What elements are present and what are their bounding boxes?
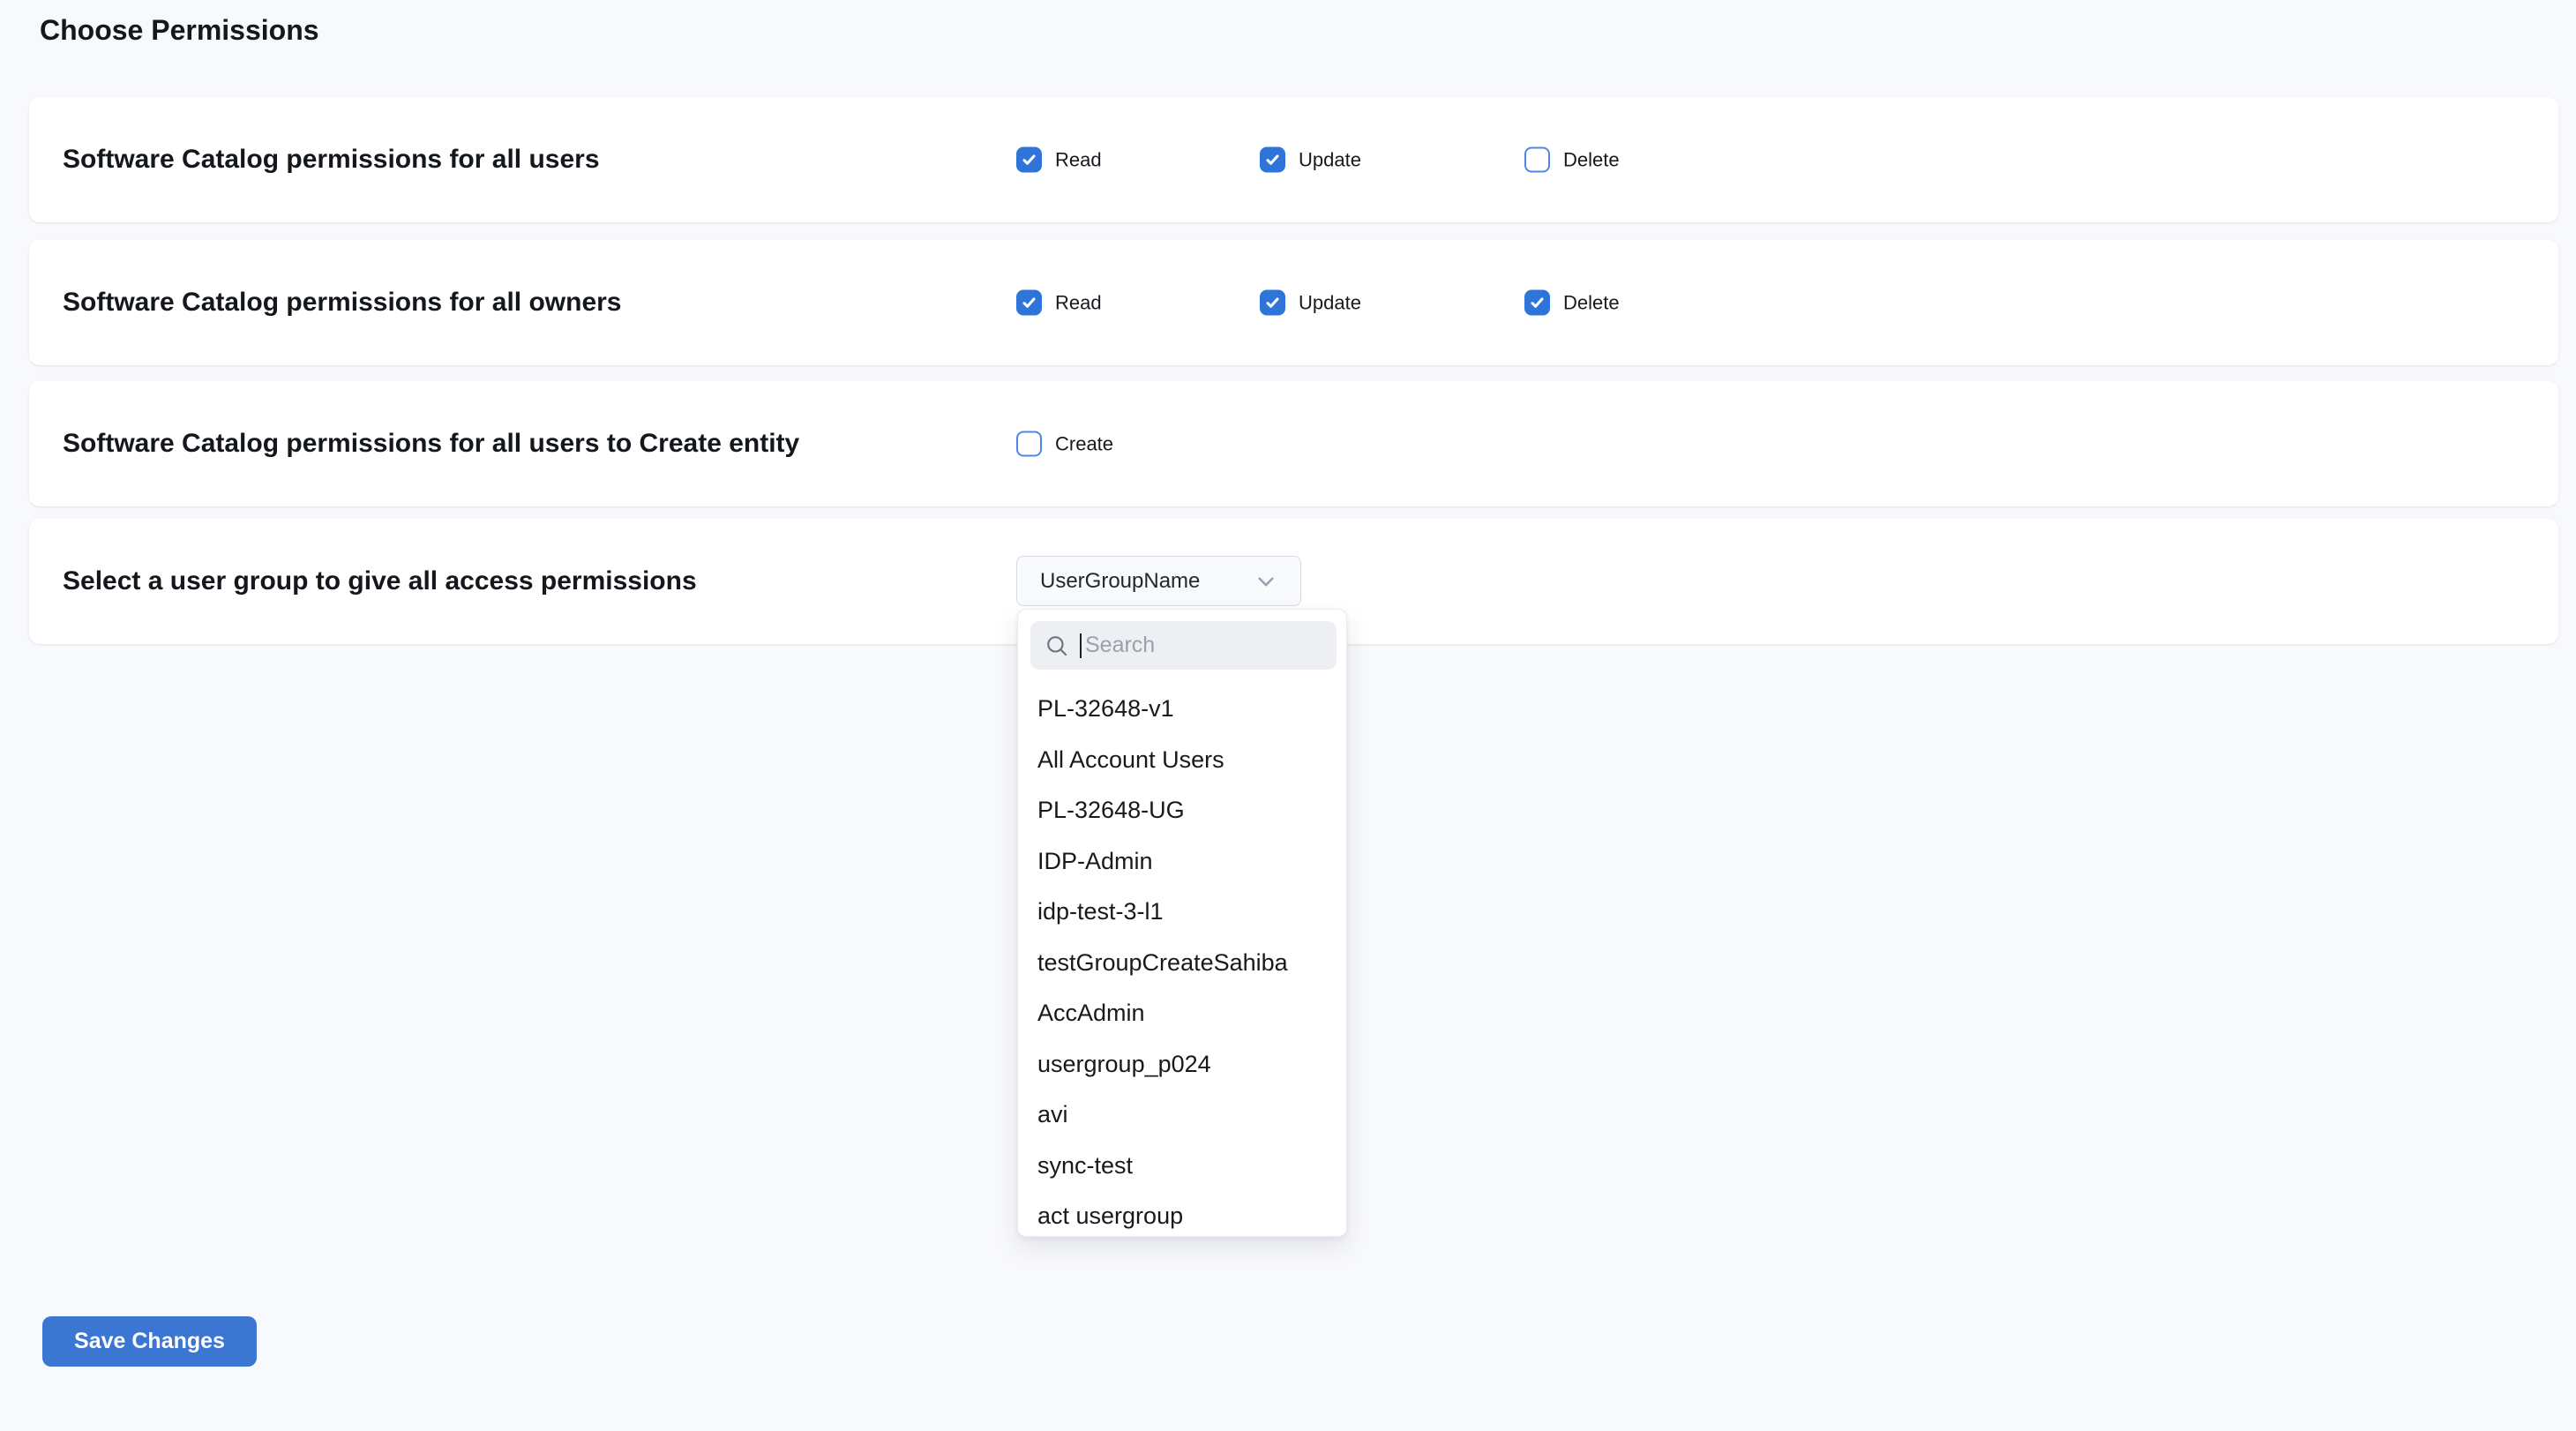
search-icon (1045, 634, 1068, 657)
update-checkbox[interactable] (1260, 290, 1285, 316)
checkbox-label: Delete (1563, 291, 1620, 314)
check-icon (1264, 152, 1281, 169)
user-group-list: PL-32648-v1 All Account Users PL-32648-U… (1018, 684, 1346, 1237)
delete-checkbox[interactable] (1524, 147, 1550, 173)
create-checkbox-group[interactable]: Create (1016, 431, 1113, 457)
list-item[interactable]: testGroupCreateSahiba (1018, 938, 1346, 989)
update-checkbox[interactable] (1260, 147, 1285, 173)
permissions-card-all-owners: Software Catalog permissions for all own… (29, 240, 2558, 365)
list-item[interactable]: AccAdmin (1018, 988, 1346, 1039)
search-box[interactable] (1030, 621, 1337, 670)
page-title: Choose Permissions (40, 12, 319, 48)
check-icon (1021, 295, 1037, 311)
list-item[interactable]: PL-32648-v1 (1018, 684, 1346, 735)
read-checkbox[interactable] (1016, 147, 1042, 173)
read-checkbox-group[interactable]: Read (1016, 290, 1102, 316)
read-checkbox-group[interactable]: Read (1016, 147, 1102, 173)
check-icon (1264, 295, 1281, 311)
permissions-page: Choose Permissions Software Catalog perm… (0, 0, 2576, 1431)
list-item[interactable]: sync-test (1018, 1141, 1346, 1192)
save-changes-button[interactable]: Save Changes (42, 1316, 257, 1367)
list-item[interactable]: avi (1018, 1090, 1346, 1141)
delete-checkbox[interactable] (1524, 290, 1550, 316)
check-icon (1529, 295, 1546, 311)
update-checkbox-group[interactable]: Update (1260, 290, 1361, 316)
create-checkbox[interactable] (1016, 431, 1042, 457)
checkbox-label: Update (1299, 291, 1361, 314)
permissions-card-all-users: Software Catalog permissions for all use… (29, 97, 2558, 222)
update-checkbox-group[interactable]: Update (1260, 147, 1361, 173)
list-item[interactable]: IDP-Admin (1018, 836, 1346, 888)
checkbox-label: Update (1299, 148, 1361, 171)
checkbox-label: Create (1055, 432, 1113, 455)
permissions-card-create-entity: Software Catalog permissions for all use… (29, 381, 2558, 506)
dropdown-selected-value: UserGroupName (1040, 569, 1254, 594)
list-item[interactable]: All Account Users (1018, 735, 1346, 786)
user-group-dropdown-button[interactable]: UserGroupName (1016, 556, 1301, 606)
list-item[interactable]: act usergroup (1018, 1191, 1346, 1237)
checkbox-label: Read (1055, 291, 1102, 314)
chevron-down-icon (1254, 570, 1277, 593)
checkbox-label: Delete (1563, 148, 1620, 171)
card-title: Select a user group to give all access p… (63, 566, 697, 596)
list-item[interactable]: idp-test-3-l1 (1018, 887, 1346, 938)
delete-checkbox-group[interactable]: Delete (1524, 147, 1620, 173)
card-title: Software Catalog permissions for all own… (63, 288, 622, 318)
read-checkbox[interactable] (1016, 290, 1042, 316)
card-title: Software Catalog permissions for all use… (63, 145, 600, 175)
check-icon (1021, 152, 1037, 169)
search-input[interactable] (1083, 632, 1324, 659)
list-item[interactable]: usergroup_p024 (1018, 1039, 1346, 1090)
list-item[interactable]: PL-32648-UG (1018, 785, 1346, 836)
checkbox-label: Read (1055, 148, 1102, 171)
card-title: Software Catalog permissions for all use… (63, 429, 799, 459)
delete-checkbox-group[interactable]: Delete (1524, 290, 1620, 316)
text-caret (1080, 633, 1082, 658)
user-group-dropdown-panel: PL-32648-v1 All Account Users PL-32648-U… (1017, 609, 1347, 1237)
